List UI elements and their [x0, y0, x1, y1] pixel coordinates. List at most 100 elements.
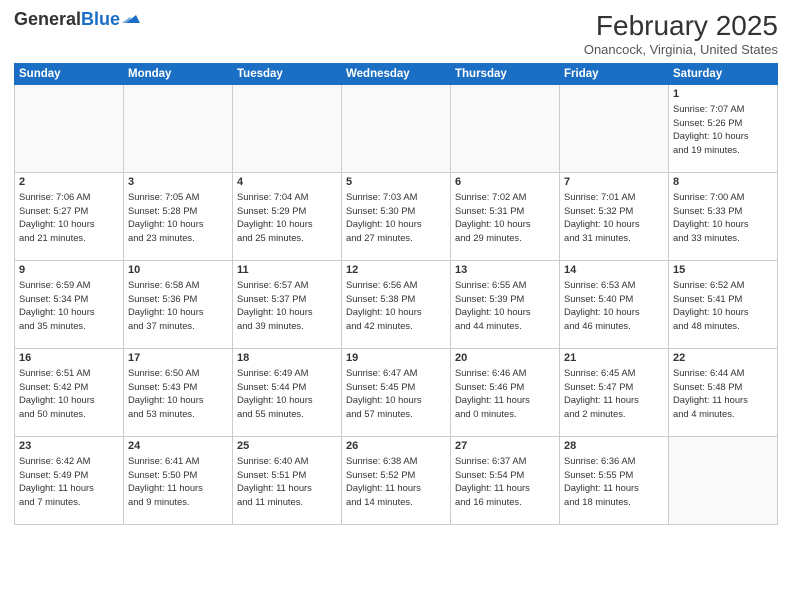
weekday-header-saturday: Saturday [669, 64, 778, 85]
day-info: Sunrise: 6:56 AMSunset: 5:38 PMDaylight:… [346, 278, 446, 333]
calendar-cell: 26 Sunrise: 6:38 AMSunset: 5:52 PMDayligh… [342, 437, 451, 525]
day-number: 15 [673, 264, 773, 276]
day-number: 6 [455, 176, 555, 188]
calendar-cell: 7Sunrise: 7:01 AMSunset: 5:32 PMDaylight… [560, 173, 669, 261]
weekday-header-thursday: Thursday [451, 64, 560, 85]
calendar-cell: 19 Sunrise: 6:47 AMSunset: 5:45 PMDayligh… [342, 349, 451, 437]
calendar-cell: 5 Sunrise: 7:03 AMSunset: 5:30 PMDaylight… [342, 173, 451, 261]
calendar-cell: 4 Sunrise: 7:04 AMSunset: 5:29 PMDaylight… [233, 173, 342, 261]
day-info: Sunrise: 7:00 AMSunset: 5:33 PMDaylight:… [673, 190, 773, 245]
day-info: Sunrise: 6:40 AMSunset: 5:51 PMDaylight:… [237, 454, 337, 509]
calendar-week-5: 23Sunrise: 6:42 AMSunset: 5:49 PMDayligh… [15, 437, 778, 525]
weekday-header-monday: Monday [124, 64, 233, 85]
day-info: Sunrise: 6:59 AMSunset: 5:34 PMDaylight:… [19, 278, 119, 333]
day-info: Sunrise: 6:49 AMSunset: 5:44 PMDaylight:… [237, 366, 337, 421]
calendar-cell: 12 Sunrise: 6:56 AMSunset: 5:38 PMDayligh… [342, 261, 451, 349]
day-info: Sunrise: 6:41 AMSunset: 5:50 PMDaylight:… [128, 454, 228, 509]
calendar-cell: 25 Sunrise: 6:40 AMSunset: 5:51 PMDayligh… [233, 437, 342, 525]
day-number: 24 [128, 440, 228, 452]
day-number: 27 [455, 440, 555, 452]
day-number: 22 [673, 352, 773, 364]
day-number: 5 [346, 176, 446, 188]
day-number: 13 [455, 264, 555, 276]
calendar-cell: 11 Sunrise: 6:57 AMSunset: 5:37 PMDayligh… [233, 261, 342, 349]
day-number: 25 [237, 440, 337, 452]
weekday-header-tuesday: Tuesday [233, 64, 342, 85]
calendar-cell: 20 Sunrise: 6:46 AMSunset: 5:46 PMDayligh… [451, 349, 560, 437]
day-info: Sunrise: 6:58 AMSunset: 5:36 PMDaylight:… [128, 278, 228, 333]
calendar-cell: 22 Sunrise: 6:44 AMSunset: 5:48 PMDayligh… [669, 349, 778, 437]
day-number: 19 [346, 352, 446, 364]
calendar-cell [451, 85, 560, 173]
calendar-week-4: 16 Sunrise: 6:51 AMSunset: 5:42 PMDayligh… [15, 349, 778, 437]
calendar-week-1: 1 Sunrise: 7:07 AMSunset: 5:26 PMDaylight… [15, 85, 778, 173]
logo-general: GeneralBlue [14, 10, 120, 30]
calendar-cell: 21 Sunrise: 6:45 AMSunset: 5:47 PMDayligh… [560, 349, 669, 437]
weekday-header-sunday: Sunday [15, 64, 124, 85]
calendar-cell: 8 Sunrise: 7:00 AMSunset: 5:33 PMDaylight… [669, 173, 778, 261]
day-number: 21 [564, 352, 664, 364]
day-info: Sunrise: 7:01 AMSunset: 5:32 PMDaylight:… [564, 190, 664, 245]
calendar-cell [560, 85, 669, 173]
day-info: Sunrise: 6:57 AMSunset: 5:37 PMDaylight:… [237, 278, 337, 333]
calendar-cell: 15 Sunrise: 6:52 AMSunset: 5:41 PMDayligh… [669, 261, 778, 349]
weekday-header-wednesday: Wednesday [342, 64, 451, 85]
day-number: 3 [128, 176, 228, 188]
calendar-cell: 16 Sunrise: 6:51 AMSunset: 5:42 PMDayligh… [15, 349, 124, 437]
day-info: Sunrise: 7:04 AMSunset: 5:29 PMDaylight:… [237, 190, 337, 245]
day-number: 2 [19, 176, 119, 188]
day-info: Sunrise: 6:52 AMSunset: 5:41 PMDaylight:… [673, 278, 773, 333]
day-number: 26 [346, 440, 446, 452]
day-info: Sunrise: 6:50 AMSunset: 5:43 PMDaylight:… [128, 366, 228, 421]
day-number: 16 [19, 352, 119, 364]
day-info: Sunrise: 6:51 AMSunset: 5:42 PMDaylight:… [19, 366, 119, 421]
title-block: February 2025 Onancock, Virginia, United… [584, 10, 778, 57]
day-info: Sunrise: 6:38 AMSunset: 5:52 PMDaylight:… [346, 454, 446, 509]
calendar-cell: 13 Sunrise: 6:55 AMSunset: 5:39 PMDayligh… [451, 261, 560, 349]
day-info: Sunrise: 6:46 AMSunset: 5:46 PMDaylight:… [455, 366, 555, 421]
calendar-cell [124, 85, 233, 173]
calendar-cell [233, 85, 342, 173]
day-info: Sunrise: 7:06 AMSunset: 5:27 PMDaylight:… [19, 190, 119, 245]
day-number: 4 [237, 176, 337, 188]
calendar-cell: 23Sunrise: 6:42 AMSunset: 5:49 PMDayligh… [15, 437, 124, 525]
calendar-week-2: 2 Sunrise: 7:06 AMSunset: 5:27 PMDaylight… [15, 173, 778, 261]
day-info: Sunrise: 7:05 AMSunset: 5:28 PMDaylight:… [128, 190, 228, 245]
month-title: February 2025 [584, 10, 778, 42]
day-info: Sunrise: 7:03 AMSunset: 5:30 PMDaylight:… [346, 190, 446, 245]
day-number: 17 [128, 352, 228, 364]
page: GeneralBlue February 2025 Onancock, Virg… [0, 0, 792, 612]
day-info: Sunrise: 6:37 AMSunset: 5:54 PMDaylight:… [455, 454, 555, 509]
day-number: 1 [673, 88, 773, 100]
calendar: SundayMondayTuesdayWednesdayThursdayFrid… [14, 63, 778, 525]
calendar-cell: 24 Sunrise: 6:41 AMSunset: 5:50 PMDayligh… [124, 437, 233, 525]
calendar-cell [669, 437, 778, 525]
calendar-cell: 2 Sunrise: 7:06 AMSunset: 5:27 PMDaylight… [15, 173, 124, 261]
day-info: Sunrise: 6:55 AMSunset: 5:39 PMDaylight:… [455, 278, 555, 333]
calendar-cell: 1 Sunrise: 7:07 AMSunset: 5:26 PMDaylight… [669, 85, 778, 173]
day-number: 20 [455, 352, 555, 364]
day-info: Sunrise: 6:44 AMSunset: 5:48 PMDaylight:… [673, 366, 773, 421]
day-info: Sunrise: 7:02 AMSunset: 5:31 PMDaylight:… [455, 190, 555, 245]
day-number: 18 [237, 352, 337, 364]
calendar-cell: 14 Sunrise: 6:53 AMSunset: 5:40 PMDayligh… [560, 261, 669, 349]
day-number: 14 [564, 264, 664, 276]
calendar-cell: 18 Sunrise: 6:49 AMSunset: 5:44 PMDayligh… [233, 349, 342, 437]
day-number: 11 [237, 264, 337, 276]
calendar-cell: 28Sunrise: 6:36 AMSunset: 5:55 PMDayligh… [560, 437, 669, 525]
calendar-cell: 27 Sunrise: 6:37 AMSunset: 5:54 PMDayligh… [451, 437, 560, 525]
day-info: Sunrise: 6:53 AMSunset: 5:40 PMDaylight:… [564, 278, 664, 333]
day-info: Sunrise: 6:45 AMSunset: 5:47 PMDaylight:… [564, 366, 664, 421]
day-number: 12 [346, 264, 446, 276]
calendar-cell: 6 Sunrise: 7:02 AMSunset: 5:31 PMDaylight… [451, 173, 560, 261]
day-info: Sunrise: 6:47 AMSunset: 5:45 PMDaylight:… [346, 366, 446, 421]
location: Onancock, Virginia, United States [584, 42, 778, 57]
weekday-header-row: SundayMondayTuesdayWednesdayThursdayFrid… [15, 64, 778, 85]
calendar-cell [15, 85, 124, 173]
calendar-cell: 3 Sunrise: 7:05 AMSunset: 5:28 PMDaylight… [124, 173, 233, 261]
day-number: 28 [564, 440, 664, 452]
header: GeneralBlue February 2025 Onancock, Virg… [14, 10, 778, 57]
day-number: 8 [673, 176, 773, 188]
day-info: Sunrise: 7:07 AMSunset: 5:26 PMDaylight:… [673, 102, 773, 157]
calendar-cell: 9Sunrise: 6:59 AMSunset: 5:34 PMDaylight… [15, 261, 124, 349]
